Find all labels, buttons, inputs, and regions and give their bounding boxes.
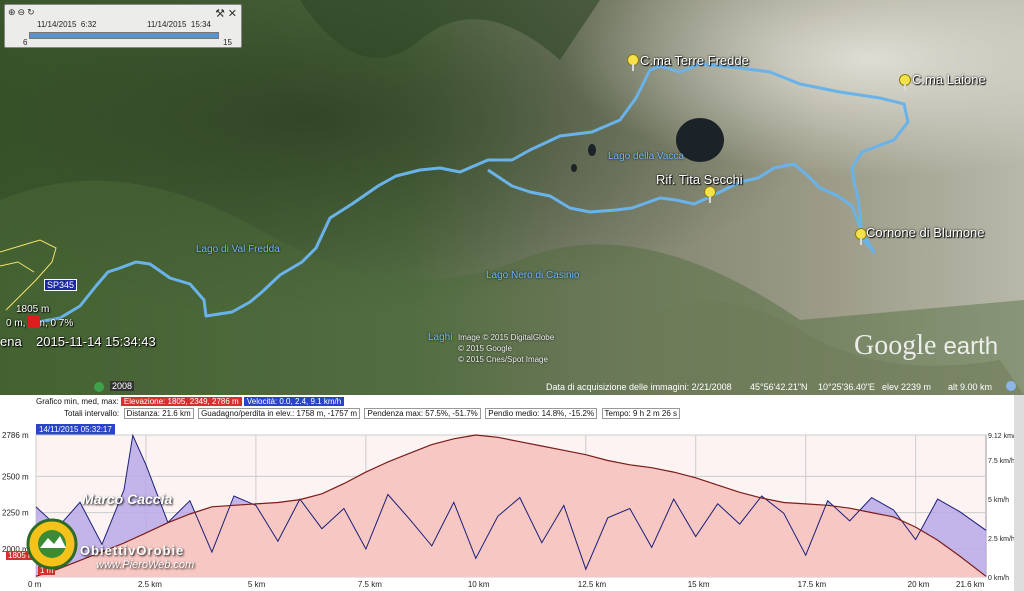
placemark-pin-icon[interactable]	[627, 54, 639, 71]
compass-icon[interactable]	[1006, 381, 1016, 391]
road-badge: SP345	[44, 279, 78, 291]
left-axis-tick: 2786 m	[2, 431, 29, 440]
history-icon[interactable]: ↻	[27, 7, 37, 17]
lake-label: Laghi	[428, 332, 453, 343]
x-axis-tick: 20 km	[908, 580, 930, 589]
wrench-icon[interactable]: ⚒	[215, 7, 225, 20]
peak-label[interactable]: C.ma Terre Fredde	[640, 53, 749, 68]
obiettivorobie-logo-icon	[26, 518, 78, 570]
x-axis-tick: 21.6 km	[956, 580, 985, 589]
longitude-readout: 10°25'36.40"E	[818, 382, 876, 392]
altitude-readout: alt 9.00 km	[948, 382, 993, 392]
x-axis-tick: 7.5 km	[358, 580, 382, 589]
map-view[interactable]: ⊕⊖↻ ⚒ ✕ 11/14/2015 6:32 11/14/2015 15:34…	[0, 0, 1024, 395]
acquisition-date: Data di acquisizione delle immagini: 2/2…	[546, 382, 732, 392]
latitude-readout: 45°56'42.21"N	[750, 382, 808, 392]
time-slider-track[interactable]	[29, 32, 219, 39]
lake-label: Lago della Vacca	[608, 151, 684, 162]
refuge-label[interactable]: Rif. Tita Secchi	[656, 172, 743, 187]
start-timestamp: 2015-11-14 15:34:43	[36, 334, 156, 349]
author-signature: Marco Caccia	[82, 491, 173, 507]
x-axis-tick: 5 km	[248, 580, 266, 589]
left-axis-tick: 2500 m	[2, 472, 29, 481]
zoom-in-icon[interactable]: ⊕	[8, 7, 18, 17]
placemark-pin-icon[interactable]	[899, 74, 911, 91]
right-axis-tick: 7.5 km/h	[988, 458, 1015, 465]
x-axis-tick: 10 km	[468, 580, 490, 589]
peak-label[interactable]: Cornone di Blumone	[866, 225, 985, 240]
lake-label: Lago di Val Fredda	[196, 244, 280, 255]
status-bar: Data di acquisizione delle immagini: 2/2…	[0, 378, 1024, 395]
time-start: 11/14/2015 6:32	[37, 20, 97, 29]
vertical-scrollbar[interactable]	[1014, 395, 1024, 591]
zoom-out-icon[interactable]: ⊖	[18, 7, 28, 17]
place-label-cut: ena	[0, 334, 22, 349]
google-earth-logo: Google earth	[854, 330, 999, 361]
elevation-readout: elev 2239 m	[882, 382, 932, 392]
x-axis-tick: 17.5 km	[798, 580, 827, 589]
right-axis-tick: 2.5 km/h	[988, 536, 1015, 543]
close-icon[interactable]: ✕	[228, 7, 237, 20]
time-end: 11/14/2015 15:34	[147, 20, 211, 29]
right-axis-tick: 0 km/h	[988, 575, 1009, 582]
x-axis-tick: 15 km	[688, 580, 710, 589]
x-axis-tick: 0 m	[28, 580, 42, 589]
x-axis-tick: 12.5 km	[578, 580, 607, 589]
lake-label: Lago Nero di Casinio	[486, 270, 580, 281]
time-slider-panel[interactable]: ⊕⊖↻ ⚒ ✕ 11/14/2015 6:32 11/14/2015 15:34…	[4, 4, 242, 48]
start-elevation: 1805 m	[16, 304, 50, 315]
imagery-credits: Image © 2015 DigitalGlobe © 2015 Google …	[458, 333, 555, 364]
brand-name: ObiettivOrobie	[80, 543, 185, 558]
website-label: www.PieroWeb.com	[96, 559, 195, 571]
time-max-label: 15	[223, 38, 232, 47]
time-slider-range[interactable]	[30, 33, 218, 38]
x-axis-tick: 2.5 km	[138, 580, 162, 589]
placemark-pin-icon[interactable]	[704, 186, 716, 203]
left-axis-tick: 2250 m	[2, 509, 29, 518]
time-min-label: 6	[23, 38, 28, 47]
time-controls[interactable]: ⊕⊖↻	[8, 7, 37, 18]
peak-label[interactable]: C.ma Laione	[912, 72, 986, 87]
position-marker-icon[interactable]	[28, 316, 40, 328]
right-axis-tick: 5 km/h	[988, 497, 1009, 504]
